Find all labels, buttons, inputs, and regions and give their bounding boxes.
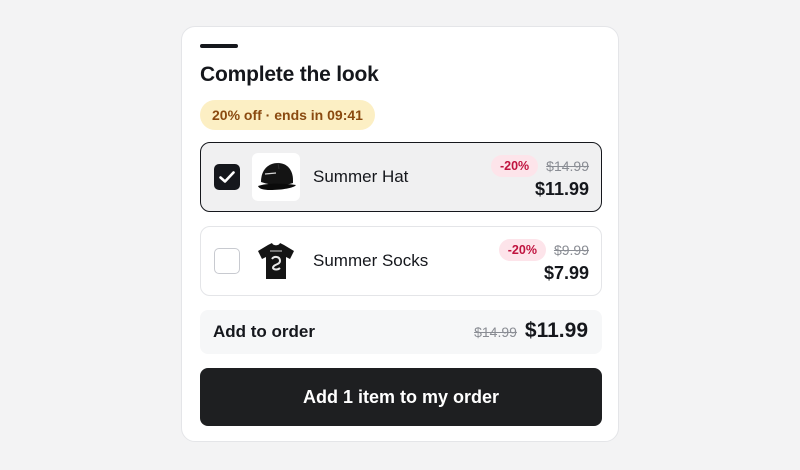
card-title: Complete the look xyxy=(200,63,379,86)
item-checkbox[interactable] xyxy=(214,164,240,190)
summary-label: Add to order xyxy=(213,322,315,341)
item-checkbox[interactable] xyxy=(214,248,240,274)
product-item-summer-hat[interactable]: Summer Hat -20% $14.99 $11.99 xyxy=(200,142,602,212)
item-name: Summer Socks xyxy=(313,251,429,270)
summary-old-total: $14.99 xyxy=(474,324,517,340)
summary-new-total: $11.99 xyxy=(524,319,588,342)
order-summary: Add to order $14.99 $11.99 xyxy=(200,310,602,354)
summary-prices: $14.99 $11.99 xyxy=(474,319,588,343)
checkmark-icon xyxy=(219,171,235,183)
old-price: $14.99 xyxy=(546,158,589,174)
price-block: -20% $9.99 $7.99 xyxy=(498,239,589,284)
upsell-card: Complete the look 20% off · ends in 09:4… xyxy=(181,26,619,442)
add-to-order-button[interactable]: Add 1 item to my order xyxy=(200,368,602,426)
drag-handle[interactable] xyxy=(200,44,238,48)
tshirt-icon xyxy=(258,243,294,279)
new-price: $7.99 xyxy=(543,263,589,283)
old-price: $9.99 xyxy=(553,242,589,258)
discount-badge: -20% xyxy=(490,155,539,177)
summer-socks-thumbnail xyxy=(252,237,300,285)
new-price: $11.99 xyxy=(534,179,589,199)
product-item-summer-socks[interactable]: Summer Socks -20% $9.99 $7.99 xyxy=(200,226,602,296)
item-name: Summer Hat xyxy=(313,167,409,186)
discount-badge: -20% xyxy=(498,239,546,261)
summer-hat-thumbnail xyxy=(252,153,300,201)
cap-icon xyxy=(258,162,296,190)
price-block: -20% $14.99 $11.99 xyxy=(490,155,589,200)
timer-badge: 20% off · ends in 09:41 xyxy=(200,100,375,130)
